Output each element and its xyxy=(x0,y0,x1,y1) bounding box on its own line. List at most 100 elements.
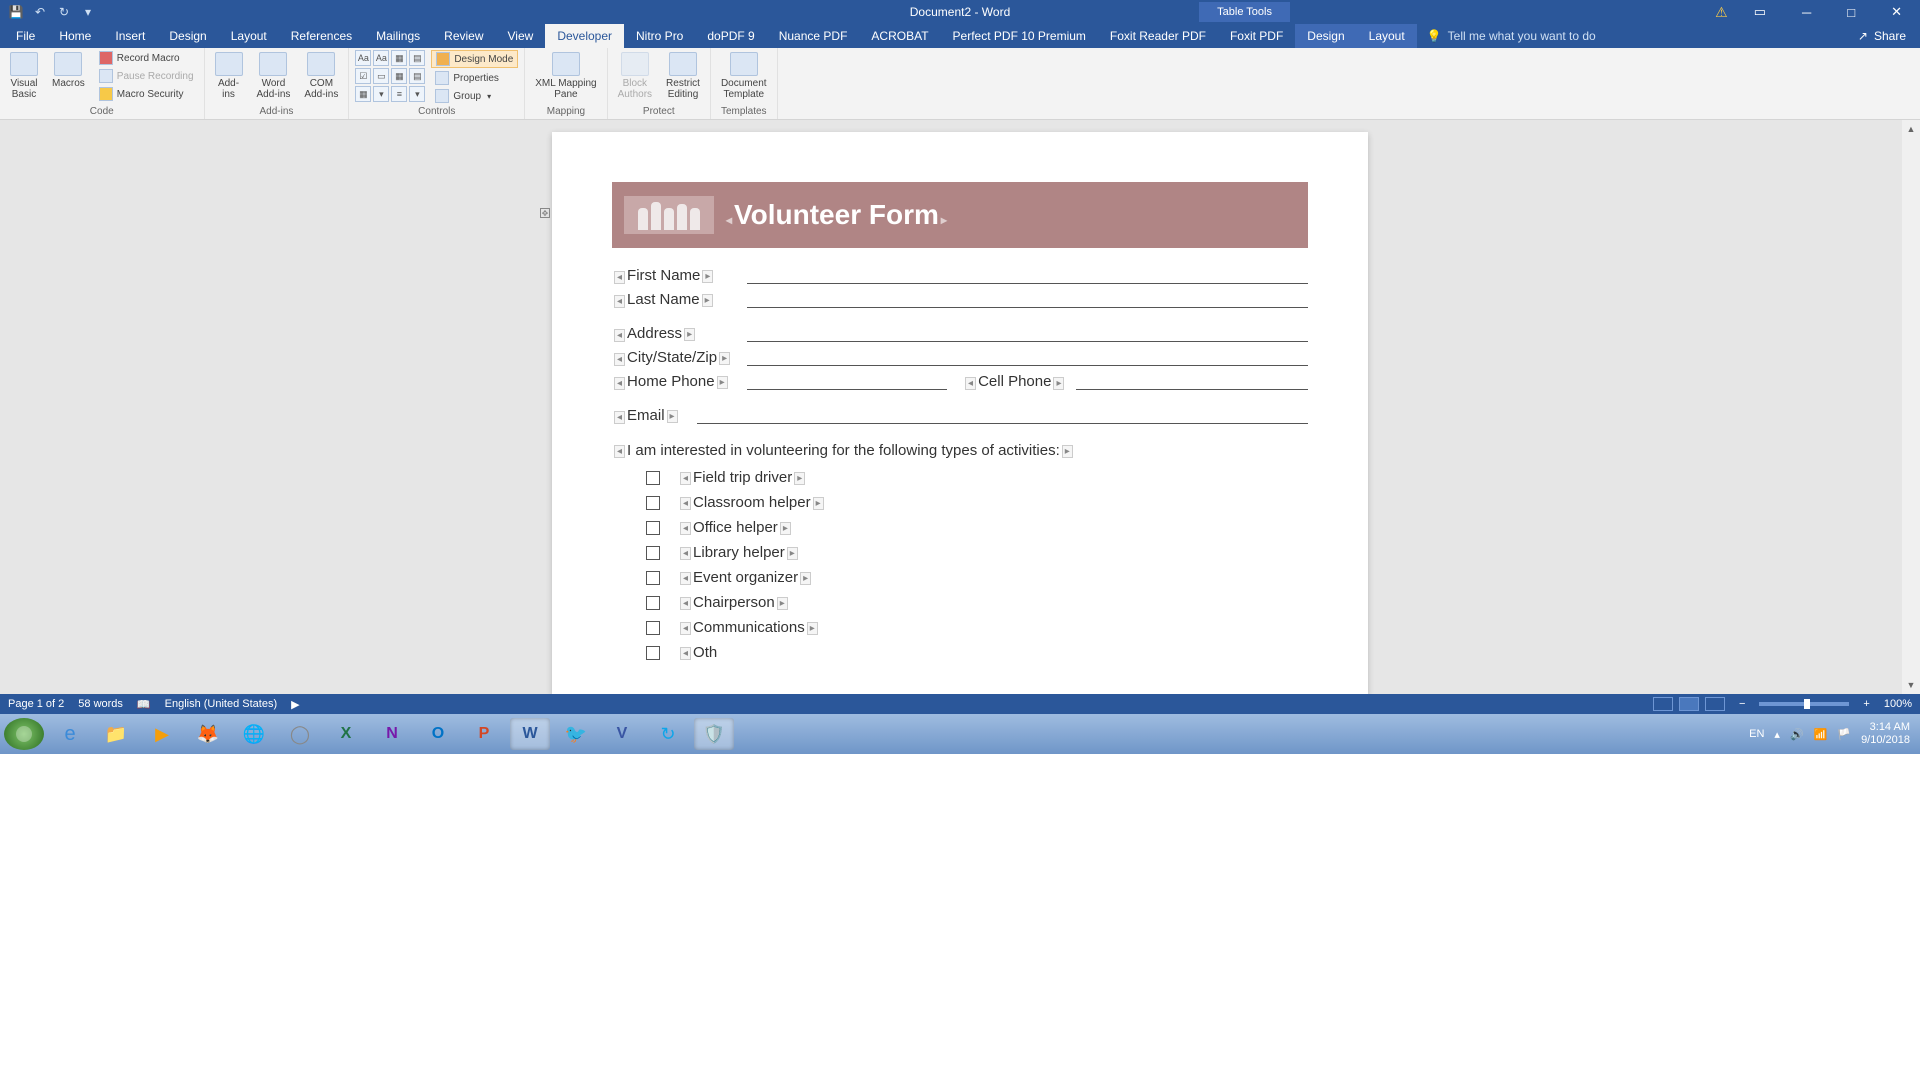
tab-mailings[interactable]: Mailings xyxy=(364,24,432,48)
controls-gallery[interactable]: AaAa▦▤ ☑▭▦▤ ▦▾≡▾ xyxy=(355,50,425,102)
checkbox-library[interactable] xyxy=(646,546,660,560)
record-macro-button[interactable]: Record Macro xyxy=(95,50,198,66)
tab-insert[interactable]: Insert xyxy=(103,24,157,48)
taskbar-app3[interactable]: ↻ xyxy=(648,718,688,750)
taskbar-excel[interactable]: X xyxy=(326,718,366,750)
tab-nuance[interactable]: Nuance PDF xyxy=(767,24,860,48)
document-template-button[interactable]: Document Template xyxy=(717,50,771,102)
form-title: ◂Volunteer Form▸ xyxy=(724,199,949,231)
taskbar-outlook[interactable]: O xyxy=(418,718,458,750)
redo-icon[interactable]: ↻ xyxy=(56,4,72,20)
qat-menu-icon[interactable]: ▾ xyxy=(80,4,96,20)
taskbar-visio[interactable]: V xyxy=(602,718,642,750)
taskbar-explorer[interactable]: 📁 xyxy=(96,718,136,750)
start-button[interactable] xyxy=(4,718,44,750)
tab-developer[interactable]: Developer xyxy=(545,24,624,48)
taskbar-app2[interactable]: 🐦 xyxy=(556,718,596,750)
zoom-level[interactable]: 100% xyxy=(1884,698,1912,710)
tab-table-layout[interactable]: Layout xyxy=(1357,24,1417,48)
taskbar-chrome[interactable]: 🌐 xyxy=(234,718,274,750)
block-authors-button: Block Authors xyxy=(614,50,656,102)
tray-volume-icon[interactable]: 🔊 xyxy=(1790,728,1804,741)
first-name-field[interactable] xyxy=(747,266,1308,284)
restrict-editing-button[interactable]: Restrict Editing xyxy=(662,50,704,102)
macros-button[interactable]: Macros xyxy=(48,50,89,91)
taskbar-media[interactable]: ▶ xyxy=(142,718,182,750)
tray-network-icon[interactable]: 📶 xyxy=(1814,728,1828,741)
proofing-icon[interactable]: 📖 xyxy=(137,698,151,711)
checkbox-chairperson[interactable] xyxy=(646,596,660,610)
tab-layout[interactable]: Layout xyxy=(219,24,279,48)
tab-dopdf[interactable]: doPDF 9 xyxy=(695,24,766,48)
minimize-button[interactable]: ─ xyxy=(1792,1,1821,24)
checkbox-other[interactable] xyxy=(646,646,660,660)
print-layout-button[interactable] xyxy=(1679,697,1699,711)
maximize-button[interactable]: □ xyxy=(1837,1,1865,24)
document-page[interactable]: ✥ ◂Volunteer Form▸ ◂First Name▸ ◂Last Na… xyxy=(552,132,1368,694)
close-button[interactable]: ✕ xyxy=(1881,0,1912,24)
email-field[interactable] xyxy=(697,406,1308,424)
properties-button[interactable]: Properties xyxy=(431,70,518,86)
tab-references[interactable]: References xyxy=(279,24,364,48)
taskbar-ie[interactable]: e xyxy=(50,718,90,750)
tray-flag-icon[interactable]: 🏳️ xyxy=(1837,728,1851,741)
warning-icon[interactable]: ⚠ xyxy=(1715,4,1728,21)
tab-table-design[interactable]: Design xyxy=(1295,24,1356,48)
zoom-out-button[interactable]: − xyxy=(1739,698,1745,710)
taskbar-powerpoint[interactable]: P xyxy=(464,718,504,750)
addins-button[interactable]: Add- ins xyxy=(211,50,247,102)
tab-perfectpdf[interactable]: Perfect PDF 10 Premium xyxy=(941,24,1098,48)
zoom-slider[interactable] xyxy=(1759,702,1849,706)
tab-design[interactable]: Design xyxy=(157,24,218,48)
save-icon[interactable]: 💾 xyxy=(8,4,24,20)
tray-chevron-icon[interactable]: ▴ xyxy=(1774,728,1780,741)
tab-foxitpdf[interactable]: Foxit PDF xyxy=(1218,24,1295,48)
taskbar-app1[interactable]: ◯ xyxy=(280,718,320,750)
tab-nitro[interactable]: Nitro Pro xyxy=(624,24,695,48)
checkbox-event[interactable] xyxy=(646,571,660,585)
macro-indicator-icon[interactable]: ▶ xyxy=(291,698,299,711)
com-addins-button[interactable]: COM Add-ins xyxy=(300,50,342,102)
last-name-field[interactable] xyxy=(747,290,1308,308)
ribbon-display-icon[interactable]: ▭ xyxy=(1744,0,1776,24)
cell-phone-field[interactable] xyxy=(1076,372,1308,390)
read-mode-button[interactable] xyxy=(1653,697,1673,711)
taskbar-onenote[interactable]: N xyxy=(372,718,412,750)
tab-acrobat[interactable]: ACROBAT xyxy=(859,24,940,48)
language-indicator[interactable]: English (United States) xyxy=(165,698,278,710)
address-field[interactable] xyxy=(747,324,1308,342)
tab-review[interactable]: Review xyxy=(432,24,495,48)
tab-home[interactable]: Home xyxy=(47,24,103,48)
tell-me-search[interactable]: 💡 Tell me what you want to do xyxy=(1427,24,1596,48)
design-mode-button[interactable]: Design Mode xyxy=(431,50,518,68)
system-clock[interactable]: 3:14 AM 9/10/2018 xyxy=(1861,721,1910,747)
taskbar-shield[interactable]: 🛡️ xyxy=(694,718,734,750)
checkbox-office[interactable] xyxy=(646,521,660,535)
xml-mapping-button[interactable]: XML Mapping Pane xyxy=(531,50,600,102)
taskbar-firefox[interactable]: 🦊 xyxy=(188,718,228,750)
taskbar-word[interactable]: W xyxy=(510,718,550,750)
visual-basic-button[interactable]: Visual Basic xyxy=(6,50,42,102)
web-layout-button[interactable] xyxy=(1705,697,1725,711)
vertical-scrollbar[interactable]: ▲ ▼ xyxy=(1902,120,1920,694)
zoom-in-button[interactable]: + xyxy=(1863,698,1869,710)
city-field[interactable] xyxy=(747,348,1308,366)
macro-security-button[interactable]: Macro Security xyxy=(95,86,198,102)
tab-foxit[interactable]: Foxit Reader PDF xyxy=(1098,24,1218,48)
checkbox-communications[interactable] xyxy=(646,621,660,635)
undo-icon[interactable]: ↶ xyxy=(32,4,48,20)
scroll-up-icon[interactable]: ▲ xyxy=(1902,120,1920,138)
word-addins-button[interactable]: Word Add-ins xyxy=(253,50,295,102)
group-button[interactable]: Group▾ xyxy=(431,88,518,104)
checkbox-classroom[interactable] xyxy=(646,496,660,510)
tab-view[interactable]: View xyxy=(496,24,546,48)
table-anchor-icon[interactable]: ✥ xyxy=(540,208,550,218)
checkbox-field-trip[interactable] xyxy=(646,471,660,485)
scroll-down-icon[interactable]: ▼ xyxy=(1902,676,1920,694)
word-count[interactable]: 58 words xyxy=(78,698,123,710)
language-bar[interactable]: EN xyxy=(1749,728,1764,740)
home-phone-field[interactable] xyxy=(747,372,947,390)
share-button[interactable]: ↗ Share xyxy=(1858,24,1920,48)
page-indicator[interactable]: Page 1 of 2 xyxy=(8,698,64,710)
tab-file[interactable]: File xyxy=(4,24,47,48)
